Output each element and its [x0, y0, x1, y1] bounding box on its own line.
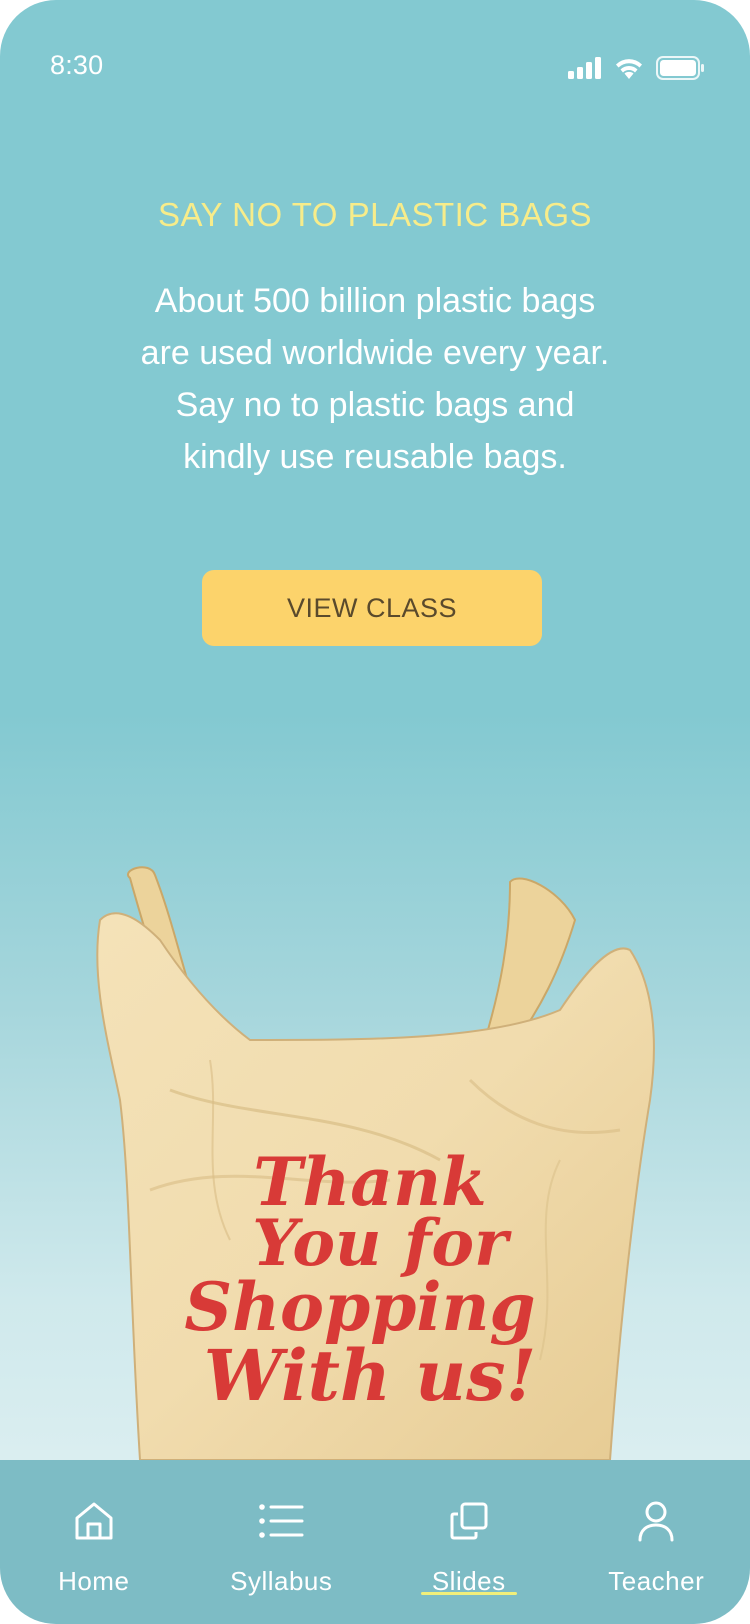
description-line: About 500 billion plastic bags: [154, 282, 596, 320]
status-bar: 8:30: [0, 0, 750, 120]
nav-label: Syllabus: [230, 1566, 333, 1596]
battery-icon: [656, 56, 706, 80]
nav-label: Teacher: [608, 1566, 705, 1596]
signal-icon: [568, 57, 602, 79]
plastic-bag-image: Thank You for Shopping With us!: [90, 860, 670, 1460]
nav-label: Home: [58, 1566, 130, 1596]
bottom-nav: Home Syllabus Slides Teacher: [0, 1460, 750, 1624]
view-class-button[interactable]: VIEW CLASS: [202, 570, 542, 646]
nav-item-home[interactable]: Home: [0, 1460, 188, 1624]
active-tab-indicator: [420, 1592, 517, 1595]
page-title: SAY NO TO PLASTIC BAGS: [157, 196, 593, 233]
description-line: kindly use reusable bags.: [183, 438, 567, 476]
slides-icon: [449, 1496, 489, 1546]
nav-item-slides[interactable]: Slides: [375, 1460, 563, 1624]
wifi-icon: [614, 57, 644, 79]
status-icons: [568, 56, 706, 80]
description-line: are used worldwide every year.: [140, 334, 610, 372]
nav-item-syllabus[interactable]: Syllabus: [188, 1460, 376, 1624]
list-icon: [258, 1496, 304, 1546]
nav-item-teacher[interactable]: Teacher: [563, 1460, 750, 1624]
description-text: About 500 billion plastic bags are used …: [95, 275, 655, 483]
app-screen: 8:30 SAY NO TO PLASTIC BAGS About 500 bi…: [0, 0, 750, 1624]
home-icon: [72, 1496, 116, 1546]
status-time: 8:30: [50, 50, 104, 80]
description-line: Say no to plastic bags and: [175, 386, 575, 424]
svg-text:With us!: With us!: [204, 1334, 537, 1417]
person-icon: [636, 1496, 676, 1546]
